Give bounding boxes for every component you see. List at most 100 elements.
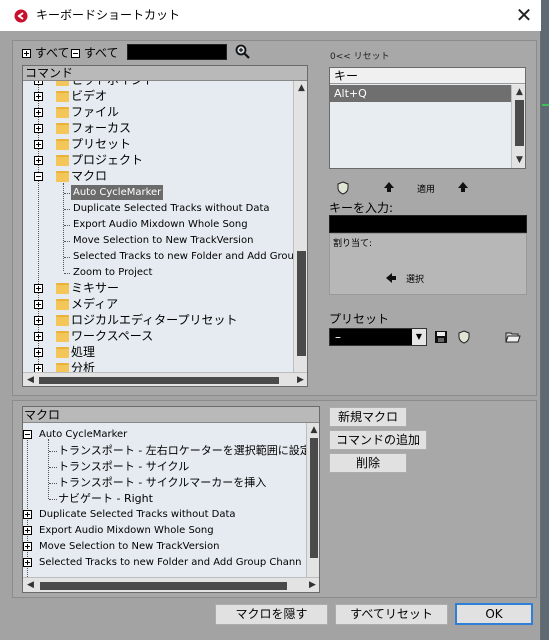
add-command-button[interactable]: コマンドの追加 <box>329 430 427 450</box>
arrow-up-icon[interactable] <box>383 181 395 193</box>
window-title: キーボードショートカット <box>36 8 181 22</box>
command-tree-row[interactable]: Auto CycleMarker <box>23 185 293 201</box>
tree-guide <box>64 225 70 226</box>
macro-tree-row[interactable]: トランスポート - サイクル <box>23 459 306 475</box>
shield-icon[interactable] <box>336 181 350 195</box>
command-tree-row[interactable]: プリセット <box>23 137 293 153</box>
command-horizontal-scrollbar[interactable]: ◀ ▶ <box>23 372 307 386</box>
command-tree-row[interactable]: ロジカルエディタープリセット <box>23 313 293 329</box>
plus-square-icon <box>22 49 31 58</box>
macro-tree-row[interactable]: Export Audio Mixdown Whole Song <box>23 523 306 539</box>
scroll-left-arrow-icon[interactable]: ◀ <box>23 578 38 592</box>
scroll-down-arrow-icon[interactable]: ▼ <box>512 153 525 168</box>
select-label[interactable]: 選択 <box>406 272 424 285</box>
folder-icon <box>56 331 69 342</box>
close-button[interactable]: ✕ <box>512 4 536 26</box>
command-tree-row[interactable]: Zoom to Project <box>23 265 293 281</box>
scroll-thumb[interactable] <box>515 100 524 146</box>
search-input[interactable] <box>127 44 227 60</box>
command-tree-row[interactable]: 処理 <box>23 345 293 361</box>
command-tree-row[interactable]: Export Audio Mixdown Whole Song <box>23 217 293 233</box>
command-tree-row[interactable]: マクロ <box>23 169 293 185</box>
key-scrollbar[interactable]: ▲ ▼ <box>511 85 525 168</box>
expand-toggle-icon[interactable] <box>34 140 43 149</box>
scroll-thumb-horizontal[interactable] <box>39 377 279 384</box>
command-tree-row[interactable]: Move Selection to New TrackVersion <box>23 233 293 249</box>
macro-horizontal-scrollbar[interactable]: ◀ ▶ <box>23 577 319 592</box>
scroll-right-arrow-icon[interactable]: ▶ <box>305 578 319 592</box>
apply-label[interactable]: 適用 <box>417 182 435 195</box>
command-tree-row[interactable]: フォーカス <box>23 121 293 137</box>
macro-tree-row[interactable]: ナビゲート - Right <box>23 491 306 507</box>
command-tree-row[interactable]: プロジェクト <box>23 153 293 169</box>
expand-all-button[interactable]: すべて <box>22 46 70 60</box>
expand-toggle-icon[interactable] <box>34 81 43 85</box>
command-tree-label: Export Audio Mixdown Whole Song <box>73 219 248 230</box>
command-vertical-scrollbar[interactable]: ▲ <box>293 81 307 372</box>
expand-toggle-icon[interactable] <box>34 124 43 133</box>
command-tree-row[interactable]: ヒットポイント <box>23 81 293 89</box>
expand-toggle-icon[interactable] <box>34 348 43 357</box>
preset-label: プリセット <box>329 312 390 326</box>
tree-guide <box>64 209 70 210</box>
command-rows: ヒットポイントビデオファイルフォーカスプリセットプロジェクトマクロ Auto Cy… <box>23 81 293 372</box>
command-tree-row[interactable]: ファイル <box>23 105 293 121</box>
collapse-toggle-icon[interactable] <box>34 172 43 181</box>
scroll-up-arrow-icon[interactable]: ▲ <box>512 85 525 100</box>
macro-vertical-scrollbar[interactable]: ▲ <box>306 423 319 577</box>
expand-toggle-icon[interactable] <box>34 92 43 101</box>
enter-key-label: キーを入力: <box>329 201 394 215</box>
shield-icon[interactable] <box>457 330 471 344</box>
macro-tree-row[interactable]: トランスポート - サイクルマーカーを挿入 <box>23 475 306 491</box>
preset-select[interactable]: – ▼ <box>329 328 427 346</box>
new-macro-button[interactable]: 新規マクロ <box>329 407 407 427</box>
command-tree-label: ワークスペース <box>71 329 154 343</box>
scroll-thumb-horizontal[interactable] <box>40 582 287 590</box>
expand-toggle-icon[interactable] <box>23 542 32 551</box>
expand-toggle-icon[interactable] <box>34 332 43 341</box>
arrow-left-icon[interactable] <box>385 272 397 284</box>
macro-tree-row[interactable]: Auto CycleMarker <box>23 427 306 443</box>
expand-toggle-icon[interactable] <box>34 300 43 309</box>
expand-toggle-icon[interactable] <box>34 364 43 372</box>
scroll-up-arrow-icon[interactable]: ▲ <box>294 81 307 96</box>
key-row[interactable]: Alt+Q <box>330 85 511 102</box>
scroll-right-arrow-icon[interactable]: ▶ <box>293 373 307 386</box>
command-tree-row[interactable]: ミキサー <box>23 281 293 297</box>
save-disk-icon[interactable] <box>434 330 448 344</box>
scroll-thumb[interactable] <box>310 438 318 558</box>
command-tree-row[interactable]: Selected Tracks to new Folder and Add Gr… <box>23 249 293 265</box>
command-tree-row[interactable]: メディア <box>23 297 293 313</box>
command-tree-row[interactable]: Duplicate Selected Tracks without Data <box>23 201 293 217</box>
dropdown-arrow-icon: ▼ <box>412 329 426 345</box>
ok-button[interactable]: OK <box>455 603 533 625</box>
reset-all-button[interactable]: すべてリセット <box>335 604 448 625</box>
expand-toggle-icon[interactable] <box>34 284 43 293</box>
scroll-left-arrow-icon[interactable]: ◀ <box>23 373 38 386</box>
macro-tree-row[interactable]: Selected Tracks to new Folder and Add Gr… <box>23 555 306 571</box>
expand-toggle-icon[interactable] <box>23 526 32 535</box>
open-folder-icon[interactable] <box>505 330 521 344</box>
command-tree-row[interactable]: ワークスペース <box>23 329 293 345</box>
key-value: Alt+Q <box>334 87 367 100</box>
macro-tree-row[interactable]: トランスポート - 左右ロケーターを選択範囲に設定 <box>23 443 306 459</box>
expand-toggle-icon[interactable] <box>23 558 32 567</box>
arrow-up-icon[interactable] <box>457 181 469 193</box>
search-zoom-icon[interactable] <box>235 44 251 60</box>
expand-toggle-icon[interactable] <box>34 156 43 165</box>
collapse-toggle-icon[interactable] <box>23 430 32 439</box>
scroll-up-arrow-icon[interactable]: ▲ <box>307 423 319 438</box>
collapse-all-button[interactable]: すべて <box>71 46 119 60</box>
expand-toggle-icon[interactable] <box>34 108 43 117</box>
expand-toggle-icon[interactable] <box>23 510 32 519</box>
command-tree-row[interactable]: ビデオ <box>23 89 293 105</box>
delete-button[interactable]: 削除 <box>329 453 407 473</box>
expand-toggle-icon[interactable] <box>34 316 43 325</box>
macro-tree-row[interactable]: Duplicate Selected Tracks without Data <box>23 507 306 523</box>
reset-label[interactable]: 0<< リセット <box>330 49 390 62</box>
command-tree-row[interactable]: 分析 <box>23 361 293 372</box>
macro-tree-row[interactable]: Move Selection to New TrackVersion <box>23 539 306 555</box>
enter-key-input[interactable] <box>329 215 527 233</box>
hide-macro-button[interactable]: マクロを隠す <box>215 604 328 625</box>
scroll-thumb[interactable] <box>297 251 306 356</box>
